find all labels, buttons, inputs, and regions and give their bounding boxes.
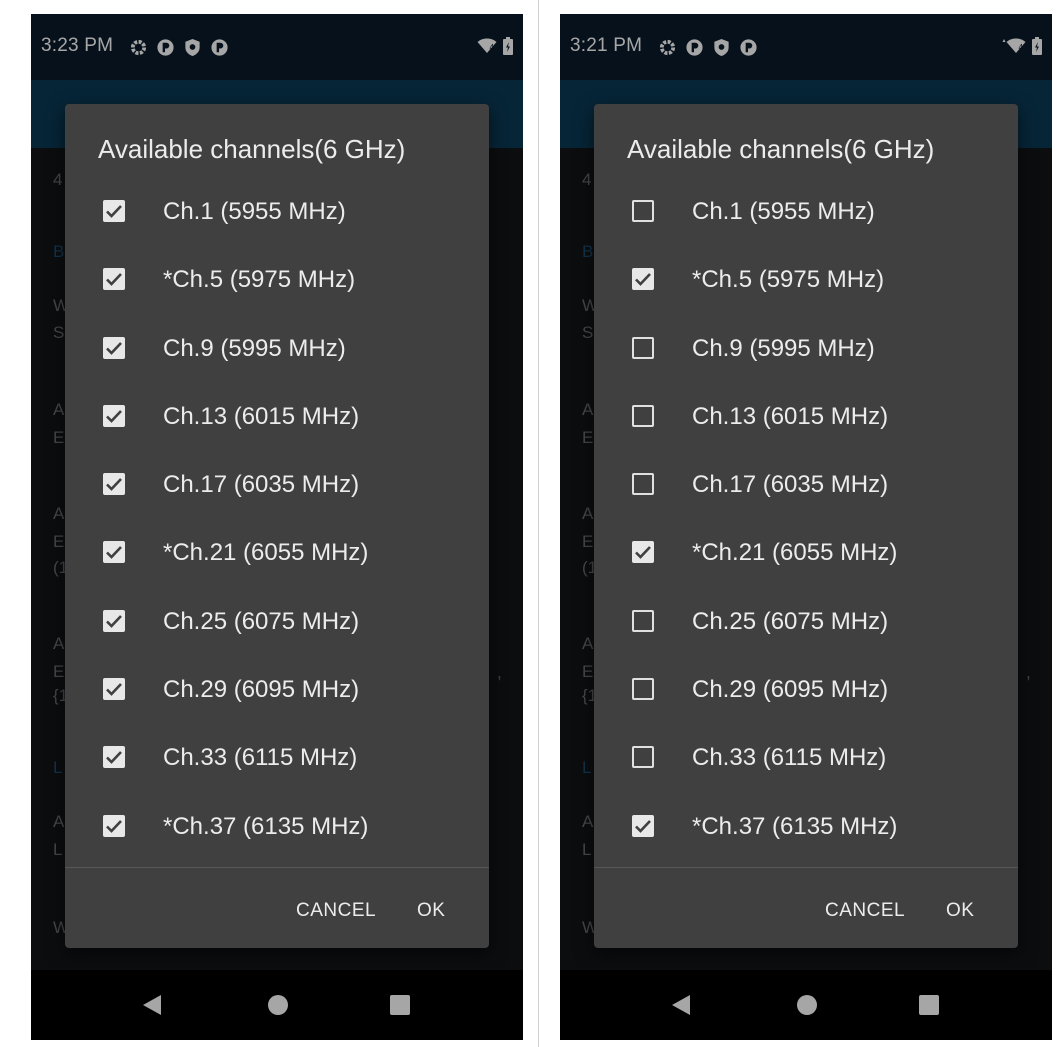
ok-button[interactable]: OK — [946, 900, 974, 922]
channel-list-item[interactable]: Ch.9 (5995 MHz) — [65, 317, 489, 385]
channel-list-item[interactable]: Ch.17 (6035 MHz) — [594, 453, 1018, 521]
channel-label: Ch.29 (6095 MHz) — [163, 676, 360, 704]
channel-label: Ch.9 (5995 MHz) — [163, 334, 346, 362]
dialog-divider — [594, 867, 1018, 868]
checkbox[interactable] — [103, 541, 125, 564]
channel-label: Ch.33 (6115 MHz) — [163, 744, 358, 772]
dialog-title: Available channels(6 GHz) — [627, 134, 935, 164]
channel-selection-dialog: Available channels(6 GHz) Ch.1 (5955 MHz… — [65, 104, 489, 948]
channel-label: Ch.1 (5955 MHz) — [163, 198, 346, 225]
channel-list-item[interactable]: Ch.25 (6075 MHz) — [594, 590, 1018, 658]
checkbox[interactable] — [103, 268, 125, 291]
cancel-button[interactable]: CANCEL — [296, 900, 376, 922]
checkbox[interactable] — [103, 814, 125, 837]
channel-list: Ch.1 (5955 MHz) *Ch.5 (5975 MHz) Ch.9 (5… — [65, 180, 489, 863]
checkbox[interactable] — [103, 336, 125, 359]
channel-list-item[interactable]: *Ch.21 (6055 MHz) — [65, 521, 489, 589]
channel-label: Ch.9 (5995 MHz) — [692, 334, 875, 362]
checkbox[interactable] — [103, 678, 125, 701]
channel-label: Ch.25 (6075 MHz) — [692, 607, 889, 635]
checkbox[interactable] — [632, 541, 654, 564]
channel-list-item[interactable]: *Ch.21 (6055 MHz) — [594, 521, 1018, 589]
channel-list-item[interactable]: Ch.13 (6015 MHz) — [594, 385, 1018, 453]
channel-list-item[interactable]: Ch.13 (6015 MHz) — [65, 385, 489, 453]
channel-list-item[interactable]: Ch.1 (5955 MHz) — [594, 180, 1018, 248]
channel-label: Ch.29 (6095 MHz) — [692, 676, 889, 704]
channel-label: *Ch.37 (6135 MHz) — [163, 812, 369, 840]
channel-label: *Ch.37 (6135 MHz) — [692, 812, 898, 840]
channel-label: Ch.13 (6015 MHz) — [692, 402, 889, 430]
channel-label: Ch.17 (6035 MHz) — [692, 471, 889, 499]
checkbox[interactable] — [632, 200, 654, 222]
checkbox[interactable] — [632, 336, 654, 359]
channel-label: *Ch.5 (5975 MHz) — [163, 266, 356, 294]
channel-list: Ch.1 (5955 MHz) *Ch.5 (5975 MHz) Ch.9 (5… — [594, 180, 1018, 863]
channel-label: Ch.17 (6035 MHz) — [163, 471, 360, 499]
dialog-divider — [65, 867, 489, 868]
channel-list-item[interactable]: Ch.33 (6115 MHz) — [594, 726, 1018, 794]
checkbox[interactable] — [103, 473, 125, 496]
channel-label: *Ch.5 (5975 MHz) — [692, 266, 885, 294]
channel-list-item[interactable]: Ch.17 (6035 MHz) — [65, 453, 489, 521]
checkbox[interactable] — [103, 609, 125, 632]
phone-screen-right: 3:21 PM 4 4 B W S A E A E (1 A E {1 L A … — [560, 14, 1052, 1040]
channel-label: Ch.1 (5955 MHz) — [692, 198, 875, 225]
checkbox[interactable] — [632, 746, 654, 769]
checkbox[interactable] — [632, 268, 654, 291]
cancel-button[interactable]: CANCEL — [825, 900, 905, 922]
ok-button[interactable]: OK — [417, 900, 445, 922]
channel-list-item[interactable]: *Ch.37 (6135 MHz) — [65, 795, 489, 863]
checkbox[interactable] — [103, 746, 125, 769]
channel-list-item[interactable]: Ch.1 (5955 MHz) — [65, 180, 489, 248]
channel-selection-dialog: Available channels(6 GHz) Ch.1 (5955 MHz… — [594, 104, 1018, 948]
channel-label: *Ch.21 (6055 MHz) — [163, 539, 369, 567]
channel-list-item[interactable]: *Ch.5 (5975 MHz) — [65, 248, 489, 316]
checkbox[interactable] — [632, 678, 654, 701]
channel-list-item[interactable]: Ch.9 (5995 MHz) — [594, 317, 1018, 385]
channel-list-item[interactable]: *Ch.5 (5975 MHz) — [594, 248, 1018, 316]
checkbox[interactable] — [632, 473, 654, 496]
channel-list-item[interactable]: Ch.25 (6075 MHz) — [65, 590, 489, 658]
channel-list-item[interactable]: Ch.29 (6095 MHz) — [65, 658, 489, 726]
screenshot-divider — [538, 0, 539, 1047]
checkbox[interactable] — [632, 404, 654, 427]
dialog-title: Available channels(6 GHz) — [98, 134, 406, 164]
channel-label: Ch.33 (6115 MHz) — [692, 744, 887, 772]
channel-label: *Ch.21 (6055 MHz) — [692, 539, 898, 567]
checkbox[interactable] — [632, 814, 654, 837]
channel-label: Ch.25 (6075 MHz) — [163, 607, 360, 635]
checkbox[interactable] — [632, 609, 654, 632]
channel-label: Ch.13 (6015 MHz) — [163, 402, 360, 430]
phone-screen-left: 3:23 PM 4 4 B W S A E A E (1 A E {1 L A … — [31, 14, 523, 1040]
channel-list-item[interactable]: Ch.33 (6115 MHz) — [65, 726, 489, 794]
channel-list-item[interactable]: *Ch.37 (6135 MHz) — [594, 795, 1018, 863]
checkbox[interactable] — [103, 404, 125, 427]
channel-list-item[interactable]: Ch.29 (6095 MHz) — [594, 658, 1018, 726]
checkbox[interactable] — [103, 200, 125, 222]
